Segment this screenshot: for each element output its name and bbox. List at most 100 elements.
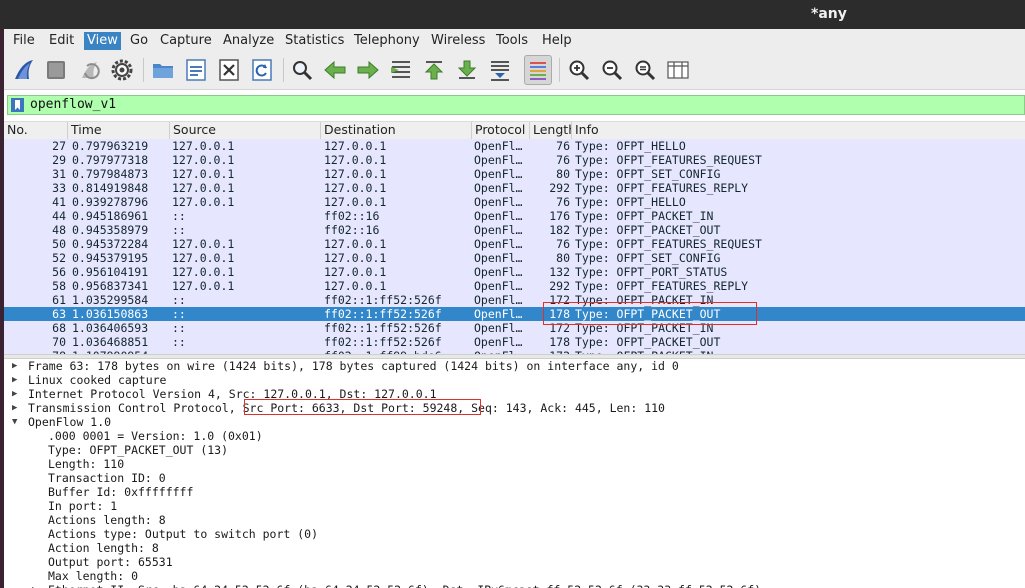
menu-file[interactable]: File (10, 32, 38, 50)
column-header-source[interactable]: Source (170, 122, 321, 139)
detail-tree-item[interactable]: ▶ Linux cooked capture (4, 373, 1025, 387)
detail-tree-item[interactable]: Length: 110 (4, 457, 1025, 471)
detail-tree-text: Length: 110 (48, 457, 125, 471)
packet-length: 292 (549, 181, 570, 195)
collapsed-arrow-icon[interactable]: ▶ (12, 373, 22, 387)
expanded-arrow-icon[interactable]: ▼ (12, 415, 22, 429)
save-file-icon[interactable] (182, 55, 210, 85)
collapsed-arrow-icon[interactable]: ▶ (32, 583, 42, 588)
filter-bookmark-icon[interactable] (11, 98, 24, 112)
menu-view[interactable]: View (84, 32, 121, 50)
desktop-edge (0, 29, 4, 588)
menu-telephony[interactable]: Telephony (351, 32, 423, 50)
menu-wireless[interactable]: Wireless (428, 32, 488, 50)
detail-tree-item[interactable]: .000 0001 = Version: 1.0 (0x01) (4, 429, 1025, 443)
zoom-normal-icon[interactable] (631, 55, 659, 85)
column-header-no[interactable]: No. (4, 122, 68, 139)
detail-tree-item[interactable]: ▶ Ethernet II, Src: ba:64:24:52:52:6f (ba… (4, 583, 1025, 588)
detail-tree-item[interactable]: Output port: 65531 (4, 555, 1025, 569)
go-last-packet-icon[interactable] (453, 55, 481, 85)
packet-number: 70 (52, 335, 66, 349)
packet-info: Type: OFPT_PACKET_OUT (575, 223, 721, 237)
detail-tree-item[interactable]: ▶ Internet Protocol Version 4, Src: 127.0… (4, 387, 1025, 401)
collapsed-arrow-icon[interactable]: ▶ (12, 401, 22, 415)
toolbar-separator (559, 58, 560, 82)
packet-row[interactable]: 41 0.939278796 127.0.0.1 127.0.0.1 OpenFl… 76… (4, 195, 1025, 209)
detail-tree-text: Buffer Id: 0xffffffff (48, 485, 194, 499)
colorize-icon[interactable] (524, 55, 552, 85)
packet-number: 33 (52, 181, 66, 195)
column-header-time[interactable]: Time (68, 122, 170, 139)
packet-time: 0.945358979 (72, 223, 149, 237)
toolbar-separator (283, 58, 284, 82)
packet-destination: 127.0.0.1 (324, 167, 387, 181)
go-first-packet-icon[interactable] (420, 55, 448, 85)
packet-row[interactable]: 52 0.945379195 127.0.0.1 127.0.0.1 OpenFl… 80… (4, 251, 1025, 265)
packet-protocol: OpenFl… (474, 209, 523, 223)
detail-tree-item[interactable]: Actions length: 8 (4, 513, 1025, 527)
close-file-icon[interactable] (215, 55, 243, 85)
menu-help[interactable]: Help (539, 32, 575, 50)
detail-tree-item[interactable]: Transaction ID: 0 (4, 471, 1025, 485)
packet-row[interactable]: 61 1.035299584:: ff02::1:ff52:526f OpenFl… 1… (4, 293, 1025, 307)
detail-tree-item[interactable]: Actions type: Output to switch port (0) (4, 527, 1025, 541)
detail-tree-item[interactable]: ▼ OpenFlow 1.0 (4, 415, 1025, 429)
packet-row[interactable]: 70 1.036468851:: ff02::1:ff52:526f OpenFl… 1… (4, 335, 1025, 349)
packet-number: 58 (52, 279, 66, 293)
packet-number: 50 (52, 237, 66, 251)
reload-icon[interactable] (248, 55, 276, 85)
packet-row[interactable]: 63 1.036150863:: ff02::1:ff52:526f OpenFl… 1… (4, 307, 1025, 321)
packet-row[interactable]: 44 0.945186961:: ff02::16 OpenFl… 176 Type: O… (4, 209, 1025, 223)
column-header-protocol[interactable]: Protocol (472, 122, 530, 139)
menu-analyze[interactable]: Analyze (220, 32, 277, 50)
packet-protocol: OpenFl… (474, 293, 523, 307)
menu-capture[interactable]: Capture (157, 32, 215, 50)
autoscroll-icon[interactable] (486, 55, 514, 85)
packet-row[interactable]: 33 0.814919848 127.0.0.1 127.0.0.1 OpenFl… 29… (4, 181, 1025, 195)
find-magnifier-icon[interactable] (288, 55, 316, 85)
packet-row[interactable]: 31 0.797984873 127.0.0.1 127.0.0.1 OpenFl… 80… (4, 167, 1025, 181)
detail-tree-item[interactable]: ▶ Transmission Control Protocol, Src Port… (4, 401, 1025, 415)
packet-row[interactable]: 29 0.797977318 127.0.0.1 127.0.0.1 OpenFl… 76… (4, 153, 1025, 167)
packet-row[interactable]: 48 0.945358979:: ff02::16 OpenFl… 182 Type: O… (4, 223, 1025, 237)
packet-protocol: OpenFl… (474, 181, 523, 195)
packet-row[interactable]: 68 1.036406593:: ff02::1:ff52:526f OpenFl… 1… (4, 321, 1025, 335)
display-filter-input[interactable]: openflow_v1 (7, 95, 1025, 115)
packet-length: 80 (556, 251, 570, 265)
packet-row[interactable]: 27 0.797963219 127.0.0.1 127.0.0.1 OpenFl… 76… (4, 139, 1025, 153)
detail-tree-item[interactable]: ▶ Frame 63: 178 bytes on wire (1424 bits)… (4, 359, 1025, 373)
menu-statistics[interactable]: Statistics (282, 32, 347, 50)
packet-destination: 127.0.0.1 (324, 237, 387, 251)
detail-tree-item[interactable]: Buffer Id: 0xffffffff (4, 485, 1025, 499)
stop-square-icon[interactable] (42, 55, 70, 85)
packet-number: 48 (52, 223, 66, 237)
open-folder-icon[interactable] (149, 55, 177, 85)
go-back-arrow-icon[interactable] (321, 55, 349, 85)
detail-tree-text: Actions length: 8 (48, 513, 166, 527)
column-header-info[interactable]: Info (572, 122, 1025, 139)
packet-destination: 127.0.0.1 (324, 181, 387, 195)
detail-tree-item[interactable]: In port: 1 (4, 499, 1025, 513)
resize-columns-icon[interactable] (664, 55, 692, 85)
shark-fin-start-icon[interactable] (10, 55, 38, 85)
zoom-out-icon[interactable] (598, 55, 626, 85)
packet-row[interactable]: 58 0.956837341 127.0.0.1 127.0.0.1 OpenFl… 29… (4, 279, 1025, 293)
packet-row[interactable]: 56 0.956104191 127.0.0.1 127.0.0.1 OpenFl… 13… (4, 265, 1025, 279)
detail-tree-item[interactable]: Type: OFPT_PACKET_OUT (13) (4, 443, 1025, 457)
menu-edit[interactable]: Edit (46, 32, 77, 50)
column-header-destination[interactable]: Destination (321, 122, 472, 139)
packet-time: 0.939278796 (72, 195, 149, 209)
go-forward-arrow-icon[interactable] (354, 55, 382, 85)
detail-tree-item[interactable]: Action length: 8 (4, 541, 1025, 555)
menu-go[interactable]: Go (127, 32, 151, 50)
menu-tools[interactable]: Tools (493, 32, 531, 50)
restart-capture-icon[interactable] (76, 55, 104, 85)
go-to-packet-icon[interactable] (387, 55, 415, 85)
collapsed-arrow-icon[interactable]: ▶ (12, 387, 22, 401)
collapsed-arrow-icon[interactable]: ▶ (12, 359, 22, 373)
packet-row[interactable]: 50 0.945372284 127.0.0.1 127.0.0.1 OpenFl… 76… (4, 237, 1025, 251)
capture-options-gear-icon[interactable] (108, 55, 136, 85)
zoom-in-icon[interactable] (565, 55, 593, 85)
detail-tree-item[interactable]: Max length: 0 (4, 569, 1025, 583)
column-header-length[interactable]: Length (530, 122, 572, 139)
